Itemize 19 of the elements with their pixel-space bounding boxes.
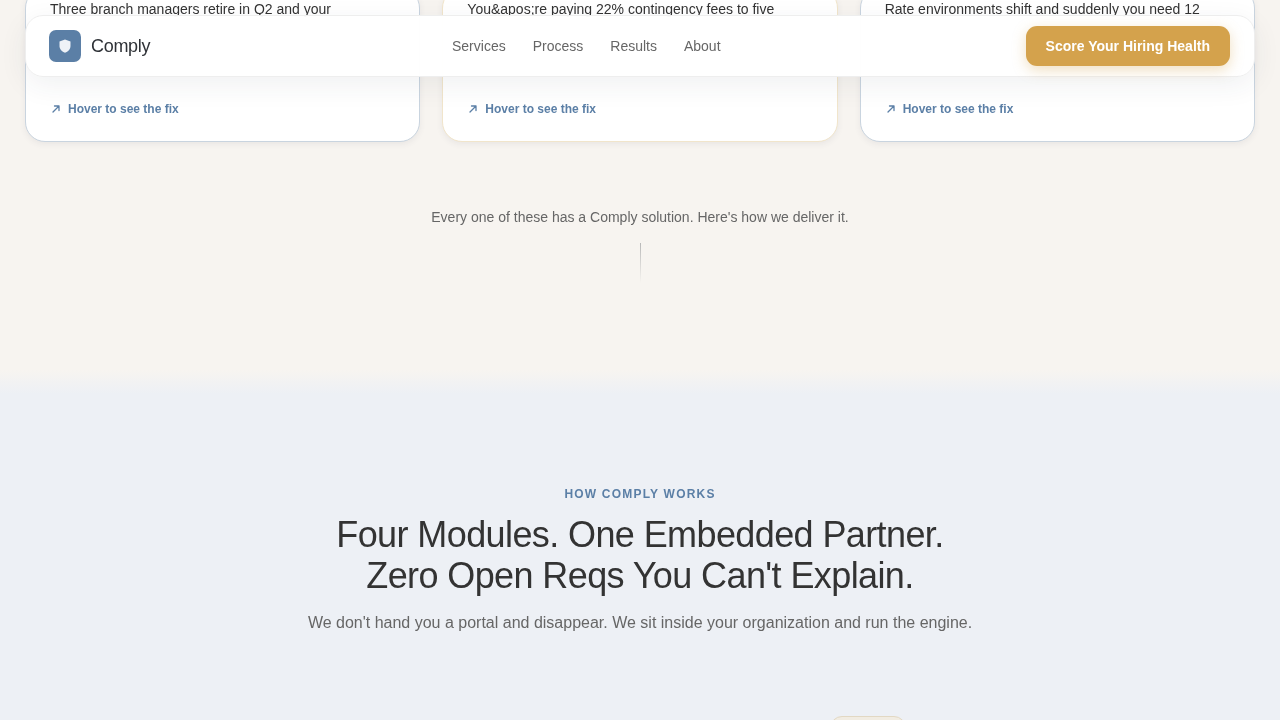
bridge-text: Every one of these has a Comply solution. Here's how we deliver it.: [431, 208, 849, 226]
fix-link[interactable]: Hover to see the fix: [52, 100, 179, 117]
fix-link[interactable]: Hover to see the fix: [469, 100, 597, 117]
nav-link[interactable]: Results: [610, 38, 657, 54]
arrow-up-right-icon: [52, 104, 60, 113]
nav-link[interactable]: Process: [532, 38, 584, 54]
arrow-up-right-icon: [886, 104, 895, 113]
card-text: Rate environments shift and suddenly you need 12: [884, 1, 1200, 17]
brand-name[interactable]: Comply: [91, 35, 151, 57]
section-eyebrow: HOW COMPLY WORKS: [564, 486, 716, 502]
arrow-up-right-icon: [469, 104, 478, 113]
card-text: Three branch managers retire in Q2 and your: [50, 1, 331, 17]
nav-link[interactable]: About: [683, 38, 721, 54]
section-subtitle: We don't hand you a portal and disappear. We sit inside your organization and run the engine.: [307, 613, 973, 633]
fix-link[interactable]: Hover to see the fix: [886, 100, 1014, 117]
section-headline: Four Modules. One Embedded Partner. Zero Open Reqs You Can't Explain.: [336, 514, 944, 596]
shield-icon[interactable]: [49, 30, 81, 62]
card-text: You&apos;re paying 22% contingency fees to five: [467, 1, 775, 17]
nav-link[interactable]: Services: [452, 38, 506, 54]
